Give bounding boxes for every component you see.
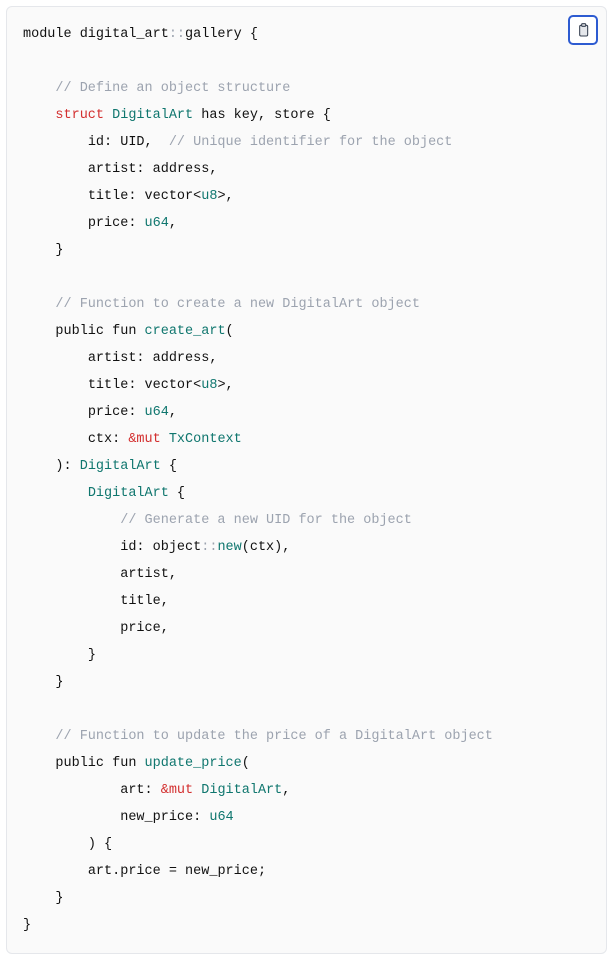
code-content: module digital_art::gallery { // Define … <box>23 21 590 939</box>
code-block: module digital_art::gallery { // Define … <box>6 6 607 954</box>
copy-button[interactable] <box>568 15 598 45</box>
clipboard-icon <box>575 22 591 38</box>
